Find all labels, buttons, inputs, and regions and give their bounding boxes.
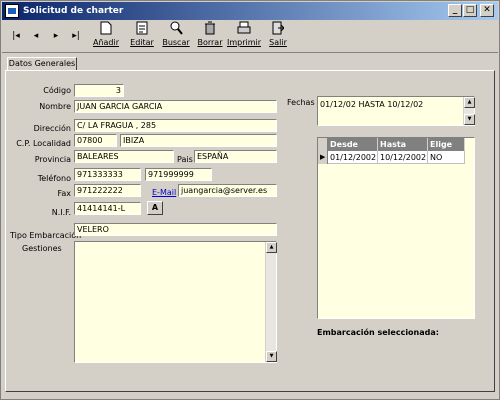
- cp-field[interactable]: 07800: [74, 134, 117, 147]
- table-cell[interactable]: 01/12/2002: [328, 151, 378, 164]
- cp-localidad-label: C.P. Localidad: [16, 139, 71, 148]
- maximize-button[interactable]: □: [463, 4, 477, 17]
- previous-record-button[interactable]: ◂: [26, 26, 46, 46]
- column-header-elige[interactable]: Elige: [428, 138, 465, 151]
- embarcacion-seleccionada-label: Embarcación seleccionada:: [317, 328, 439, 337]
- pais-field[interactable]: ESPAÑA: [194, 150, 277, 163]
- print-label: Imprimir: [226, 38, 262, 47]
- nif-label: N.I.F.: [51, 208, 71, 217]
- row-pointer-icon: ▶: [320, 153, 326, 161]
- next-record-button[interactable]: ▸: [46, 26, 66, 46]
- provincia-field[interactable]: BALEARES: [74, 150, 174, 163]
- search-icon: [158, 21, 194, 38]
- table-cell[interactable]: 10/12/2002: [378, 151, 428, 164]
- tab-datos-generales[interactable]: Datos Generales: [7, 57, 77, 71]
- gestiones-scrollbar[interactable]: ▲ ▼: [265, 242, 277, 362]
- last-record-button[interactable]: ▸|: [66, 26, 86, 46]
- scroll-up-icon[interactable]: ▲: [266, 242, 277, 253]
- tipo-embarcacion-field[interactable]: VELERO: [74, 223, 277, 236]
- scroll-down-icon[interactable]: ▼: [464, 114, 475, 125]
- localidad-field[interactable]: IBIZA: [120, 134, 277, 147]
- email-field[interactable]: juangarcia@server.es: [178, 184, 277, 197]
- codigo-label: Código: [43, 86, 71, 95]
- search-button[interactable]: Buscar: [158, 21, 194, 52]
- fechas-text: 01/12/02 HASTA 10/12/02: [320, 100, 424, 109]
- edit-label: Editar: [130, 38, 154, 47]
- telefono2-field[interactable]: 971999999: [145, 168, 212, 181]
- minimize-button[interactable]: _: [448, 4, 462, 17]
- column-header-hasta[interactable]: Hasta: [378, 138, 428, 151]
- tab-strip: Datos Generales: [5, 57, 497, 71]
- print-button[interactable]: Imprimir: [226, 21, 262, 52]
- nif-field[interactable]: 41414141-L: [74, 202, 141, 215]
- column-header-desde[interactable]: Desde: [328, 138, 378, 151]
- nombre-field[interactable]: JUAN GARCIA GARCIA: [74, 100, 277, 113]
- nombre-label: Nombre: [39, 102, 71, 111]
- delete-button[interactable]: Borrar: [192, 21, 228, 52]
- search-label: Buscar: [162, 38, 190, 47]
- main-window: Solicitud de charter _ □ ✕ |◂ ◂ ▸ ▸| Aña…: [0, 0, 500, 400]
- exit-button[interactable]: Salir: [260, 21, 296, 52]
- trash-icon: [192, 21, 228, 38]
- delete-label: Borrar: [197, 38, 223, 47]
- pais-label: Pais: [177, 155, 193, 164]
- toolbar: |◂ ◂ ▸ ▸| Añadir Editar Buscar Borrar Im…: [2, 20, 498, 53]
- nif-letter-button[interactable]: A: [147, 201, 163, 215]
- email-link[interactable]: E-Mail: [152, 187, 176, 199]
- fechas-grid[interactable]: ▶ Desde Hasta Elige 01/12/2002 10/12/200…: [317, 137, 475, 319]
- tipo-embarcacion-label: Tipo Embarcación: [10, 231, 82, 240]
- telefono-label: Teléfono: [37, 174, 71, 183]
- fax-label: Fax: [57, 189, 71, 198]
- exit-icon: [260, 21, 296, 38]
- fechas-label: Fechas: [287, 98, 315, 107]
- direccion-field[interactable]: C/ LA FRAGUA , 285: [74, 119, 277, 132]
- exit-label: Salir: [269, 38, 287, 47]
- gestiones-textarea[interactable]: ▲ ▼: [74, 241, 277, 363]
- row-indicator: ▶: [318, 138, 328, 164]
- fax-field[interactable]: 971222222: [74, 184, 141, 197]
- scroll-down-icon[interactable]: ▼: [266, 351, 277, 362]
- edit-button[interactable]: Editar: [124, 21, 160, 52]
- first-record-button[interactable]: |◂: [6, 26, 26, 46]
- direccion-label: Dirección: [33, 124, 71, 133]
- codigo-field[interactable]: 3: [74, 84, 124, 97]
- close-button[interactable]: ✕: [480, 4, 494, 17]
- telefono-field[interactable]: 971333333: [74, 168, 141, 181]
- add-label: Añadir: [92, 38, 120, 47]
- fechas-field[interactable]: 01/12/02 HASTA 10/12/02 ▲ ▼: [317, 96, 475, 126]
- app-icon: [5, 4, 19, 18]
- scroll-up-icon[interactable]: ▲: [464, 97, 475, 108]
- provincia-label: Provincia: [34, 155, 71, 164]
- window-title: Solicitud de charter: [23, 6, 124, 16]
- table-cell[interactable]: NO: [428, 151, 465, 164]
- printer-icon: [226, 21, 262, 38]
- gestiones-label: Gestiones: [22, 244, 62, 253]
- fechas-scrollbar[interactable]: ▲ ▼: [463, 97, 475, 125]
- title-bar: Solicitud de charter _ □ ✕: [2, 2, 498, 20]
- add-button[interactable]: Añadir: [88, 21, 124, 52]
- edit-icon: [124, 21, 160, 38]
- document-icon: [88, 21, 124, 38]
